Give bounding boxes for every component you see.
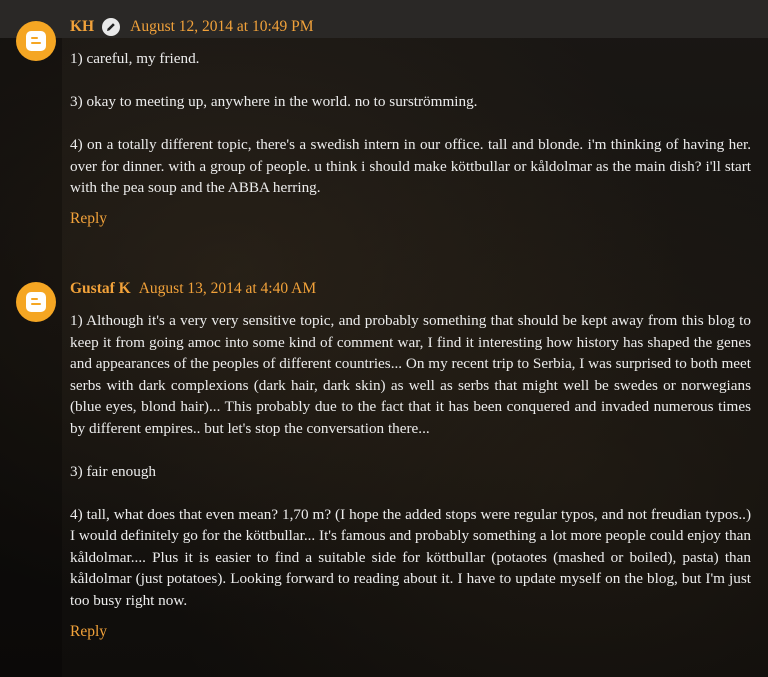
- comment-paragraph: 3) okay to meeting up, anywhere in the w…: [70, 93, 478, 110]
- pencil-icon[interactable]: [102, 18, 121, 36]
- comment-paragraph: 4) on a totally different topic, there's…: [70, 136, 751, 196]
- comment-body: 1) Although it's a very very sensitive t…: [70, 310, 751, 611]
- avatar-column: [0, 38, 62, 677]
- comment-paragraph: 3) fair enough: [70, 462, 157, 480]
- comment-date[interactable]: August 12, 2014 at 10:49 PM: [130, 18, 313, 36]
- comment-paragraph: 1) careful, my friend.: [70, 50, 200, 67]
- comment-paragraph: 4) tall, what does that even mean? 1,70 …: [70, 505, 751, 609]
- comment-paragraph: 1) Although it's a very very sensitive t…: [70, 312, 751, 437]
- comment-header: Gustaf K August 13, 2014 at 4:40 AM: [70, 280, 316, 298]
- comment-header: KH August 12, 2014 at 10:49 PM: [70, 18, 314, 36]
- reply-link[interactable]: Reply: [70, 210, 107, 228]
- blogger-icon[interactable]: [16, 282, 56, 322]
- comment-body: 1) careful, my friend. 3) okay to meetin…: [70, 48, 751, 199]
- comment-author[interactable]: KH: [70, 18, 94, 36]
- comment-author[interactable]: Gustaf K: [70, 280, 131, 298]
- blogger-icon[interactable]: [16, 21, 56, 61]
- comment-date[interactable]: August 13, 2014 at 4:40 AM: [139, 280, 316, 298]
- reply-link[interactable]: Reply: [70, 623, 107, 641]
